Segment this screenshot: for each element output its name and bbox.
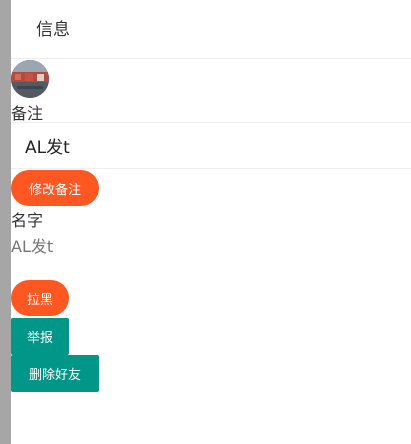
avatar-image xyxy=(11,60,49,98)
delete-friend-button[interactable]: 删除好友 xyxy=(11,355,99,392)
name-label: 名字 xyxy=(11,211,44,230)
page-title: 信息 xyxy=(36,20,70,40)
report-button[interactable]: 举报 xyxy=(11,318,69,355)
remark-input[interactable] xyxy=(11,122,411,169)
left-edge-strip xyxy=(0,0,11,444)
page-header: 信息 xyxy=(11,0,411,59)
remark-label: 备注 xyxy=(11,104,44,123)
edit-remark-button[interactable]: 修改备注 xyxy=(11,170,99,206)
avatar xyxy=(11,60,49,98)
name-value: AL发t xyxy=(11,237,54,256)
block-button[interactable]: 拉黑 xyxy=(11,280,69,316)
